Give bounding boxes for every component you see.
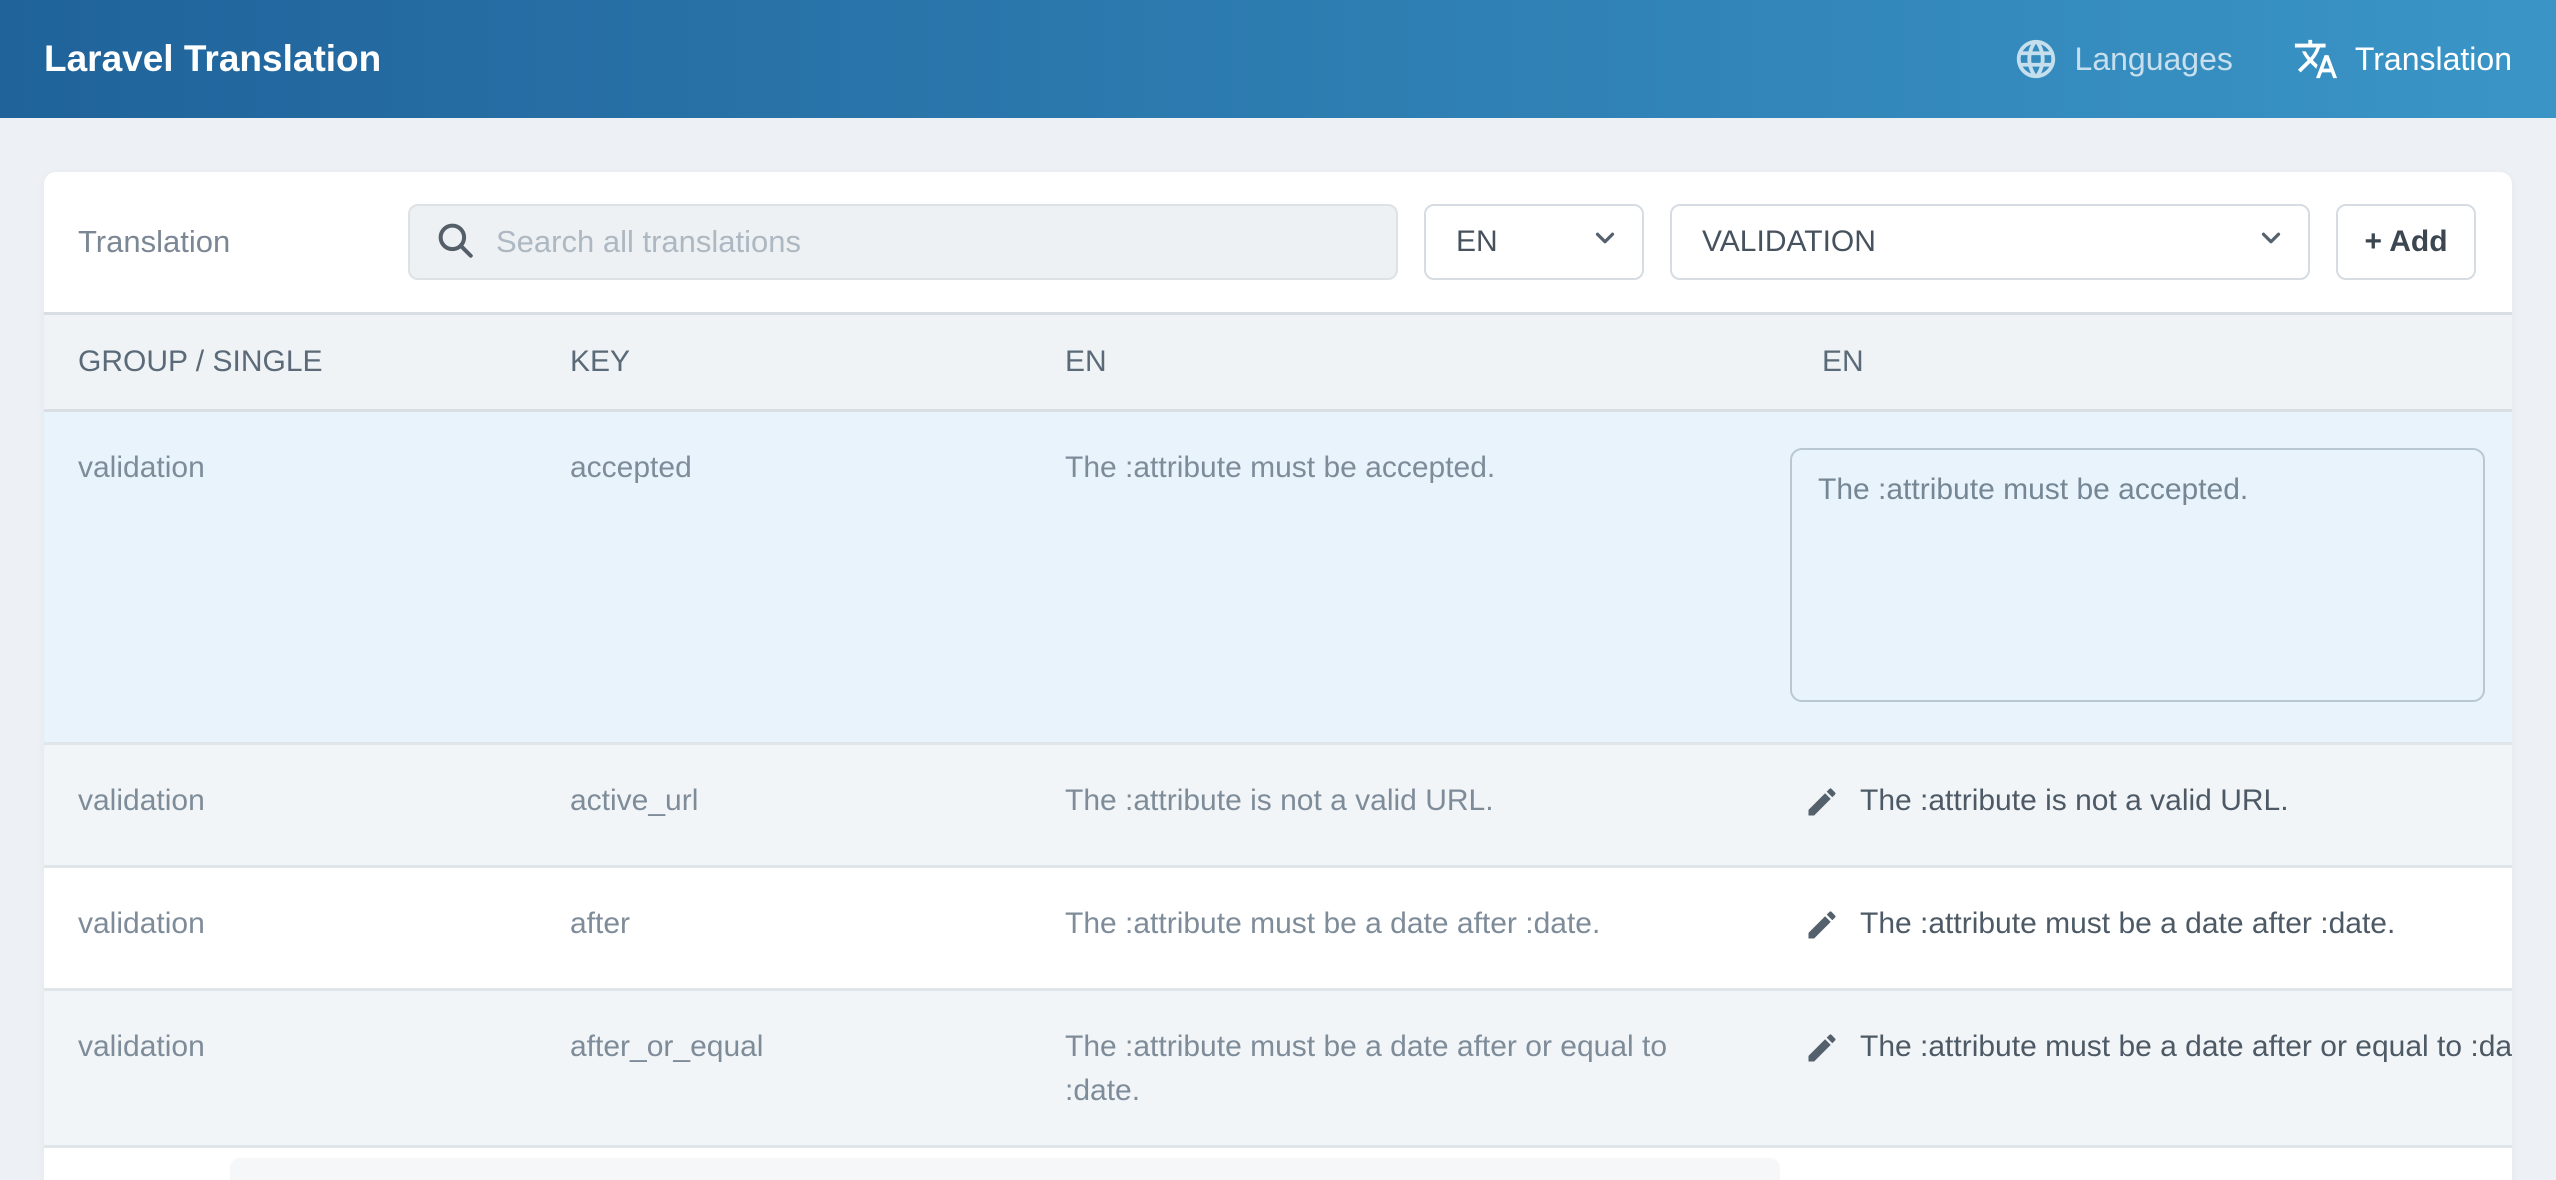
translation-editor[interactable] <box>1790 448 2485 702</box>
header-target-locale: EN <box>1788 345 2512 379</box>
row-group: validation <box>78 745 570 865</box>
table-row: validationactive_urlThe :attribute is no… <box>44 742 2512 865</box>
search-box <box>408 204 1398 280</box>
pencil-icon[interactable] <box>1804 907 1840 956</box>
row-key: accepted <box>570 412 1065 742</box>
nav-link-languages[interactable]: Languages <box>2013 36 2233 82</box>
row-group: validation <box>78 412 570 742</box>
navbar: Laravel Translation Languages Translatio… <box>0 0 2556 118</box>
header-key: KEY <box>570 345 1065 379</box>
row-key: active_url <box>570 745 1065 865</box>
header-group-single: GROUP / SINGLE <box>78 345 570 379</box>
row-source-text: The :attribute must be a date after or e… <box>1065 991 1788 1145</box>
row-source-text: The :attribute must be a date after :dat… <box>1065 868 1788 988</box>
row-key: after_or_equal <box>570 991 1065 1145</box>
translate-icon <box>2293 36 2339 82</box>
language-select[interactable]: EN <box>1424 204 1644 280</box>
table-row: validationafterThe :attribute must be a … <box>44 865 2512 988</box>
row-translation-cell: The :attribute must be a date after :dat… <box>1788 868 2512 988</box>
nav-links: Languages Translation <box>2013 36 2512 82</box>
row-source-text: The :attribute is not a valid URL. <box>1065 745 1788 865</box>
pencil-icon[interactable] <box>1804 1030 1840 1079</box>
header-source-locale: EN <box>1065 345 1788 379</box>
row-translation-text: The :attribute must be a date after :dat… <box>1860 902 2395 946</box>
table-body: validationacceptedThe :attribute must be… <box>44 412 2512 1180</box>
app-title: Laravel Translation <box>44 38 381 80</box>
search-input[interactable] <box>496 224 1372 260</box>
group-select-value: VALIDATION <box>1702 225 2256 259</box>
pencil-icon[interactable] <box>1804 784 1840 833</box>
nav-link-label: Translation <box>2355 41 2512 78</box>
chevron-down-icon <box>1590 223 1620 261</box>
group-select[interactable]: VALIDATION <box>1670 204 2310 280</box>
table-header: GROUP / SINGLE KEY EN EN <box>44 312 2512 412</box>
globe-icon <box>2013 36 2059 82</box>
row-translation-text: The :attribute must be a date after or e… <box>1860 1025 2512 1069</box>
nav-link-translation[interactable]: Translation <box>2293 36 2512 82</box>
row-translation-cell: The :attribute may only contain letters. <box>1788 1148 2512 1180</box>
row-group: validation <box>78 991 570 1145</box>
nav-link-label: Languages <box>2075 41 2233 78</box>
translations-card: Translation EN VALIDATION + Add GROUP / … <box>44 172 2512 1180</box>
row-key: after <box>570 868 1065 988</box>
row-source-text: The :attribute must be accepted. <box>1065 412 1788 742</box>
bottom-partial-element <box>230 1158 1780 1180</box>
toolbar-title: Translation <box>78 224 408 260</box>
row-translation-cell: The :attribute must be a date after or e… <box>1788 991 2512 1145</box>
table-row: validationacceptedThe :attribute must be… <box>44 412 2512 742</box>
row-translation-text: The :attribute is not a valid URL. <box>1860 779 2289 823</box>
add-button[interactable]: + Add <box>2336 204 2476 280</box>
row-translation-cell <box>1788 412 2512 742</box>
row-translation-cell: The :attribute is not a valid URL. <box>1788 745 2512 865</box>
language-select-value: EN <box>1456 225 1590 259</box>
toolbar: Translation EN VALIDATION + Add <box>44 172 2512 312</box>
chevron-down-icon <box>2256 223 2286 261</box>
row-group: validation <box>78 868 570 988</box>
table-row: validationafter_or_equalThe :attribute m… <box>44 988 2512 1145</box>
magnifier-icon <box>434 219 476 266</box>
